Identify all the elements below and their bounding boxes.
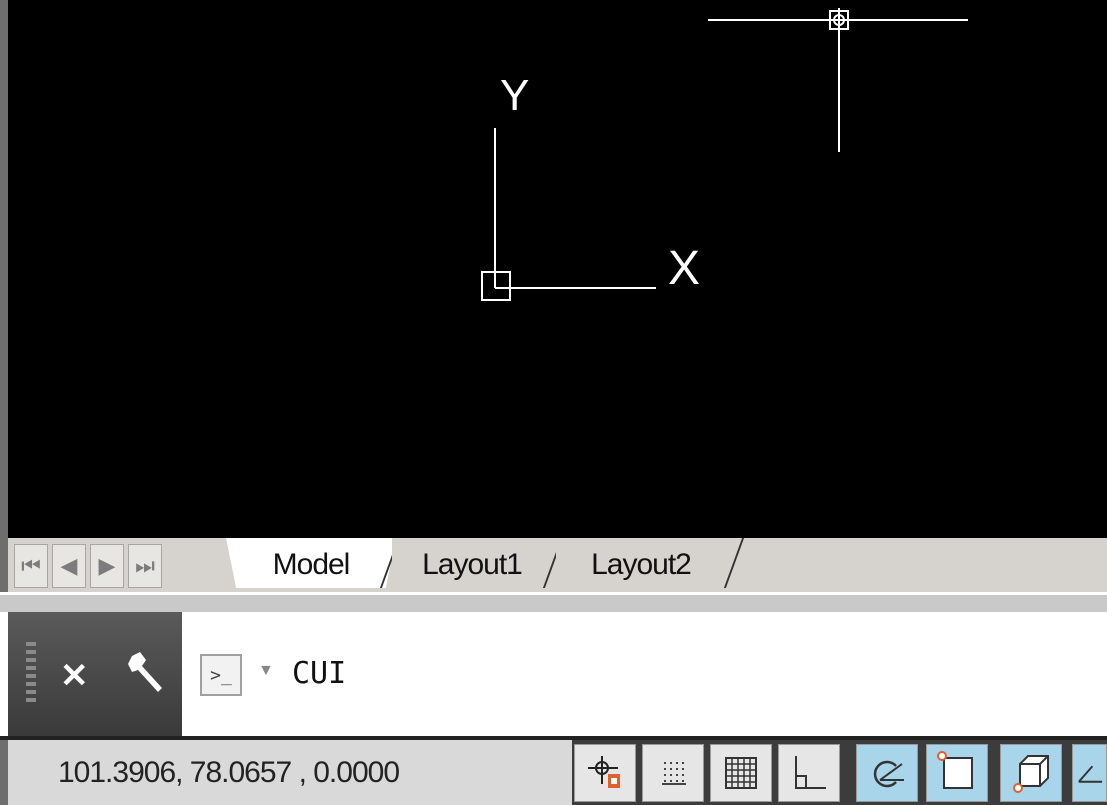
polar-tracking-button[interactable] (856, 744, 918, 802)
tab-layout1[interactable]: Layout1 (392, 538, 552, 588)
dropdown-caret-icon[interactable]: ▼ (258, 662, 274, 680)
last-tab-icon: ⏭ (135, 553, 155, 578)
command-input[interactable]: CUI (292, 656, 346, 691)
object-snap-button[interactable] (926, 744, 988, 802)
command-line-handle: ✕ (8, 612, 182, 736)
object-snap-tracking-icon (1078, 765, 1103, 783)
tab-layout1-label: Layout1 (422, 548, 523, 581)
polar-tracking-icon (873, 760, 904, 788)
prev-tab-button[interactable]: ◀ (52, 544, 86, 588)
infer-constraints-button[interactable] (574, 744, 636, 802)
layout-tab-strip: ⏮ ◀ ▶ ⏭ Model Layout1 Layout2 (0, 538, 1107, 592)
3d-object-snap-icon (1013, 755, 1049, 793)
object-snap-icon (937, 751, 973, 789)
ucs-y-label: Y (500, 71, 529, 120)
coordinate-display[interactable]: 101.3906, 78.0657 , 0.0000 (0, 740, 572, 805)
canvas-graphics: Y X (481, 8, 968, 301)
ucs-x-label: X (668, 242, 700, 295)
command-prompt-icon[interactable]: >_ (200, 654, 242, 696)
prev-tab-icon: ◀ (60, 553, 78, 578)
snap-mode-button[interactable] (642, 744, 704, 802)
tab-model-label: Model (272, 548, 351, 581)
grid-display-button[interactable] (710, 744, 772, 802)
snap-mode-icon (662, 762, 686, 785)
first-tab-button[interactable]: ⏮ (14, 544, 48, 588)
tab-layout2-label: Layout2 (591, 548, 692, 581)
infer-constraints-icon (588, 756, 620, 788)
object-snap-tracking-button[interactable] (1072, 744, 1107, 802)
close-icon[interactable]: ✕ (60, 656, 89, 696)
status-bar: 101.3906, 78.0657 , 0.0000 (0, 736, 1107, 805)
ortho-mode-icon (795, 756, 826, 789)
wrench-icon[interactable] (126, 650, 166, 699)
tab-model[interactable]: Model (226, 538, 396, 588)
tab-layout2[interactable]: Layout2 (556, 538, 726, 588)
first-tab-icon: ⏮ (21, 553, 41, 578)
drawing-canvas[interactable]: Y X (0, 0, 1107, 538)
splitter[interactable] (0, 592, 1107, 612)
tab-divider (723, 538, 745, 588)
last-tab-button[interactable]: ⏭ (128, 544, 162, 588)
ortho-mode-button[interactable] (778, 744, 840, 802)
grid-display-icon (725, 757, 757, 789)
3d-object-snap-button[interactable] (1000, 744, 1062, 802)
command-line: ✕ >_ ▼ CUI (0, 612, 1107, 736)
next-tab-icon: ▶ (98, 553, 116, 578)
crosshair-cursor (708, 8, 968, 152)
grip-handle-icon[interactable] (26, 642, 36, 704)
next-tab-button[interactable]: ▶ (90, 544, 124, 588)
ucs-icon (481, 128, 656, 301)
